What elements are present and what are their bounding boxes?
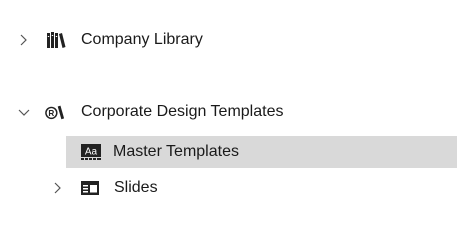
tree-item-company-library[interactable]: Company Library [0,24,457,56]
tree-item-label: Corporate Design Templates [81,103,284,120]
chevron-down-icon[interactable] [16,105,32,121]
chevron-right-icon[interactable] [16,32,32,48]
tree-item-slides[interactable]: Slides [0,172,457,204]
tree-item-label: Master Templates [113,143,239,160]
tree-item-corporate-design-templates[interactable]: R Corporate Design Templates [0,96,457,128]
tree-item-master-templates[interactable]: Aa Master Templates [66,136,457,168]
tree-item-label: Company Library [81,31,203,48]
chevron-right-icon[interactable] [50,180,66,196]
svg-text:Aa: Aa [85,147,98,158]
tree-item-label: Slides [114,179,158,196]
svg-text:R: R [48,109,54,118]
books-icon [46,31,66,49]
registered-library-icon: R [45,103,65,121]
master-template-icon: Aa [80,143,102,161]
slides-icon [80,179,100,197]
